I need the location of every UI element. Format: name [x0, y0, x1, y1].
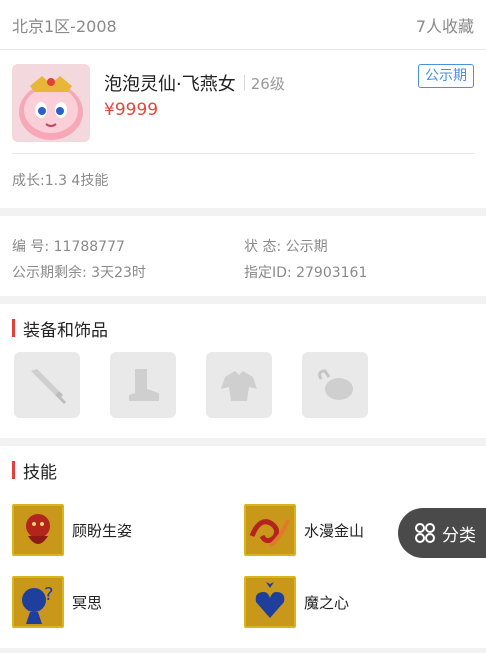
equipment-title: 装备和饰品: [23, 320, 108, 341]
sword-icon: [31, 369, 67, 405]
remaining-label: 公示期剩余:: [12, 265, 87, 281]
serial-value: 11788777: [53, 239, 125, 255]
category-label: 分类: [442, 525, 476, 546]
grid-icon: [415, 523, 435, 543]
info-card: 编 号: 11788777 状 态: 公示期 公示期剩余: 3天23时 指定ID…: [0, 216, 486, 296]
title-accent: [12, 319, 15, 337]
pet-level: 26级: [250, 74, 285, 93]
assigned-id: 指定ID: 27903161: [244, 262, 367, 282]
assigned-id-value: 27903161: [296, 265, 368, 281]
meditate-skill-icon: ?: [12, 576, 64, 628]
skill-name: 水漫金山: [304, 521, 365, 540]
skill-name: 顾盼生姿: [72, 521, 133, 540]
equipment-section: 装备和饰品: [0, 304, 486, 438]
section-title: 装备和饰品: [0, 304, 486, 352]
server-row: 北京1区-2008 7人收藏: [0, 0, 486, 50]
growth-row: 成长:1.3 4技能: [0, 154, 486, 206]
server-name: 北京1区-2008: [12, 16, 117, 36]
equip-slot-boots[interactable]: [110, 352, 176, 418]
pet-avatar: [12, 64, 90, 142]
pet-row[interactable]: 泡泡灵仙·飞燕女 26级 ¥9999 公示期: [12, 50, 474, 154]
serial-number: 编 号: 11788777: [12, 236, 125, 256]
skill-item[interactable]: ? 冥思: [12, 576, 102, 628]
wave-skill-icon: [244, 504, 296, 556]
skill-item[interactable]: 顾盼生姿: [12, 504, 132, 556]
divider: [243, 75, 245, 91]
assigned-id-label: 指定ID:: [244, 265, 292, 281]
equip-slot-weapon[interactable]: [14, 352, 80, 418]
skill-name: 冥思: [72, 593, 103, 612]
state-label: 状 态:: [244, 239, 282, 255]
pet-title-line: 泡泡灵仙·飞燕女 26级: [104, 70, 285, 96]
demon-skill-icon: [12, 504, 64, 556]
status-badge: 公示期: [418, 64, 474, 88]
skills-title: 技能: [23, 462, 57, 483]
skill-item[interactable]: 魔之心: [244, 576, 349, 628]
title-accent: [12, 461, 15, 479]
remaining-time: 公示期剩余: 3天23时: [12, 262, 146, 282]
category-float-button[interactable]: 分类: [398, 508, 486, 558]
heart-skill-icon: [244, 576, 296, 628]
state: 状 态: 公示期: [244, 236, 328, 256]
pouch-icon: [318, 369, 353, 400]
pet-name: 泡泡灵仙·飞燕女: [104, 74, 236, 95]
growth-text: 成长:1.3 4技能: [12, 173, 109, 189]
pet-summary-card: 北京1区-2008 7人收藏 泡泡灵仙·飞燕女 26级 ¥9999 公示期 成长…: [0, 0, 486, 208]
svg-text:?: ?: [44, 584, 54, 605]
skill-item[interactable]: 水漫金山: [244, 504, 364, 556]
section-title: 技能: [0, 446, 486, 494]
remaining-value: 3天23时: [91, 265, 146, 281]
skill-name: 魔之心: [304, 593, 350, 612]
equip-slot-armor[interactable]: [206, 352, 272, 418]
boot-icon: [129, 369, 159, 401]
equipment-grid: [0, 352, 486, 418]
serial-label: 编 号:: [12, 239, 50, 255]
armor-icon: [221, 371, 257, 401]
equip-slot-accessory[interactable]: [302, 352, 368, 418]
pet-price: ¥9999: [104, 100, 159, 120]
state-value: 公示期: [285, 239, 328, 255]
favorites-count[interactable]: 7人收藏: [416, 13, 474, 37]
